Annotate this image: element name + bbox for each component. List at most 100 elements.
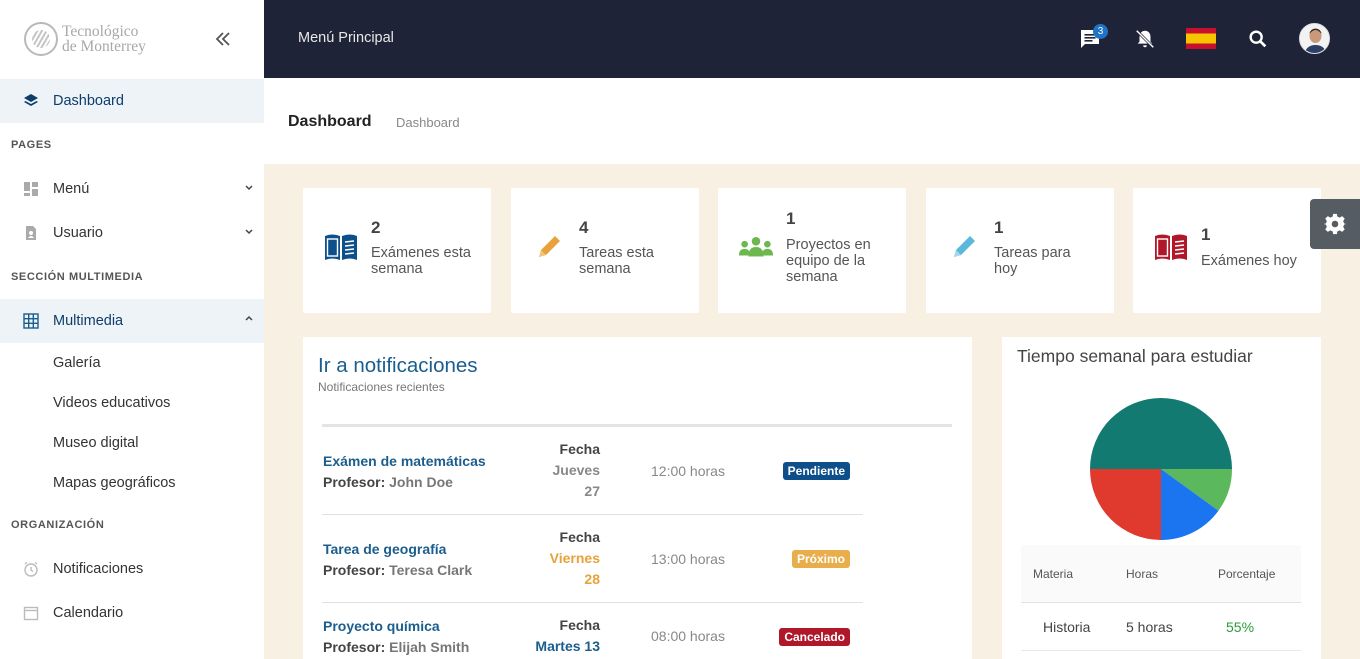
stat-label: Tareas para hoy <box>994 245 1071 277</box>
sidebar-item-label: Multimedia <box>53 313 124 329</box>
bell-off-icon <box>1135 29 1155 49</box>
table-cell: 5 horas <box>1126 618 1173 635</box>
collapse-sidebar-button[interactable] <box>210 26 236 52</box>
stat-label: Exámenes esta semana <box>371 245 471 277</box>
table-header: Materia Horas Porcentaje <box>1021 545 1301 603</box>
notification-date: Fecha Jueves 27 <box>552 441 600 499</box>
stat-value: 1 <box>786 209 796 228</box>
notification-professor: Profesor: Teresa Clark <box>323 562 473 578</box>
topbar-title[interactable]: Menú Principal <box>298 30 394 46</box>
study-time-panel: Tiempo semanal para estudiar Materia Hor… <box>1002 337 1321 659</box>
pencil-icon <box>946 232 982 262</box>
chart-title: Tiempo semanal para estudiar <box>1017 346 1253 366</box>
stat-value: 1 <box>1201 225 1211 244</box>
stat-card-examenes-semana[interactable]: 2 Exámenes esta semana <box>303 188 491 313</box>
search-button[interactable] <box>1244 25 1272 53</box>
stat-card-proyectos[interactable]: 1 Proyectos en equipo de la semana <box>718 188 906 313</box>
sidebar-subitem-videos[interactable]: Videos educativos <box>0 383 264 423</box>
open-book-icon <box>1153 232 1189 262</box>
notification-professor: Profesor: John Doe <box>323 474 453 490</box>
stat-label: Tareas esta semana <box>579 245 654 277</box>
logo-mark-icon <box>24 22 58 56</box>
notifications-button[interactable] <box>1131 25 1159 53</box>
sidebar-subitem-mapas[interactable]: Mapas geográficos <box>0 463 264 503</box>
user-avatar[interactable] <box>1299 23 1330 54</box>
chevron-down-icon <box>245 229 253 235</box>
open-book-icon <box>323 232 359 262</box>
layers-icon <box>22 92 40 110</box>
logo-line2: de Monterrey <box>62 38 146 55</box>
notification-title[interactable]: Tarea de geografía <box>323 541 446 557</box>
notification-title[interactable]: Exámen de matemáticas <box>323 453 486 469</box>
sidebar-item-label: Usuario <box>53 225 103 241</box>
sidebar-item-dashboard[interactable]: Dashboard <box>0 79 264 123</box>
breadcrumb[interactable]: Dashboard <box>396 115 460 130</box>
sidebar-subitem-galeria[interactable]: Galería <box>0 343 264 383</box>
sidebar-subitem-museo[interactable]: Museo digital <box>0 423 264 463</box>
sidebar-item-multimedia[interactable]: Multimedia <box>0 299 264 343</box>
notification-date: Fecha Viernes 28 <box>549 529 600 587</box>
pie-slice-0[interactable] <box>1090 398 1232 469</box>
calendar-icon <box>22 604 40 622</box>
notification-row[interactable]: Exámen de matemáticas Profesor: John Doe… <box>322 427 863 515</box>
pencil-icon <box>531 232 567 262</box>
notification-date: Fecha Martes 13 <box>535 617 600 654</box>
sidebar-item-label: Menú <box>53 181 90 197</box>
sidebar-item-usuario[interactable]: Usuario <box>0 211 264 255</box>
stat-label: Exámenes hoy <box>1201 253 1297 269</box>
status-badge: Pendiente <box>782 462 850 480</box>
sidebar-item-menu[interactable]: Menú <box>0 167 264 211</box>
section-title-organizacion: ORGANIZACIÓN <box>11 519 105 531</box>
stat-card-tareas-hoy[interactable]: 1 Tareas para hoy <box>926 188 1114 313</box>
notification-title[interactable]: Proyecto química <box>323 618 440 634</box>
search-icon <box>1249 30 1267 48</box>
table-row[interactable]: Historia 5 horas 55% <box>1021 603 1301 651</box>
status-badge: Próximo <box>791 550 850 568</box>
user-file-icon <box>22 224 40 242</box>
status-badge: Cancelado <box>779 628 850 646</box>
stat-card-examenes-hoy[interactable]: 1 Exámenes hoy <box>1133 188 1321 313</box>
column-header[interactable]: Porcentaje <box>1210 567 1290 581</box>
stat-card-tareas-semana[interactable]: 4 Tareas esta semana <box>511 188 699 313</box>
gear-icon <box>1324 213 1346 235</box>
notifications-link[interactable]: Ir a notificaciones <box>318 354 478 378</box>
page-header: Dashboard Dashboard <box>264 78 1360 164</box>
settings-button[interactable] <box>1310 199 1360 249</box>
logo[interactable]: Tecnológico de Monterrey <box>0 0 264 78</box>
notification-professor: Profesor: Elijah Smith <box>323 639 470 655</box>
stat-value: 2 <box>371 218 381 237</box>
notification-time: 08:00 horas <box>651 628 725 644</box>
pie-slice-3[interactable] <box>1090 469 1161 540</box>
stat-value: 1 <box>994 218 1004 237</box>
sidebar-item-notificaciones[interactable]: Notificaciones <box>0 547 264 591</box>
section-title-multimedia: SECCIÓN MULTIMEDIA <box>11 271 144 283</box>
sidebar-item-calendario[interactable]: Calendario <box>0 591 264 635</box>
study-time-pie-chart <box>1090 398 1232 540</box>
messages-count-badge: 3 <box>1093 24 1108 39</box>
alarm-clock-icon <box>22 560 40 578</box>
page-title: Dashboard <box>288 113 372 130</box>
stat-label: Proyectos en equipo de la semana <box>786 237 871 285</box>
language-flag-spain-icon[interactable] <box>1186 28 1216 49</box>
section-title-pages: PAGES <box>11 139 52 151</box>
sidebar-item-label: Calendario <box>53 605 124 621</box>
group-icon <box>738 232 774 262</box>
sidebar-item-label: Dashboard <box>53 93 124 109</box>
logo-line1: Tecnológico <box>62 23 139 40</box>
logo-text: Tecnológico de Monterrey <box>62 23 146 55</box>
chevron-down-icon <box>245 185 253 191</box>
column-header[interactable]: Horas <box>1117 567 1210 581</box>
notification-time: 12:00 horas <box>651 463 725 479</box>
notification-row[interactable]: Tarea de geografía Profesor: Teresa Clar… <box>322 515 863 603</box>
notifications-panel: Ir a notificaciones Notificaciones recie… <box>303 337 972 659</box>
notifications-subtitle: Notificaciones recientes <box>318 380 445 394</box>
notification-row[interactable]: Proyecto química Profesor: Elijah Smith … <box>322 603 863 659</box>
double-chevron-left-icon <box>215 32 230 46</box>
stat-value: 4 <box>579 218 589 237</box>
grid-icon <box>22 312 40 330</box>
dashboard-grid-icon <box>22 180 40 198</box>
sidebar: Tecnológico de Monterrey Dashboard PAGES… <box>0 0 264 659</box>
column-header[interactable]: Materia <box>1021 567 1117 581</box>
chevron-up-icon <box>245 315 253 321</box>
sidebar-item-label: Notificaciones <box>53 561 144 577</box>
